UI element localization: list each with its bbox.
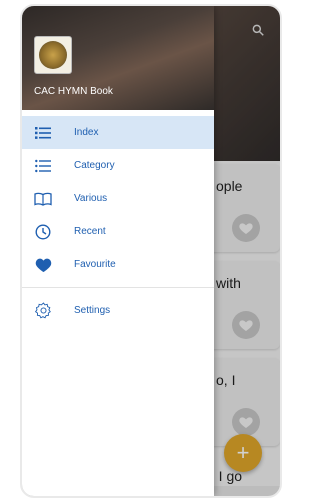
- menu-item-various[interactable]: Various: [22, 182, 214, 215]
- menu-item-settings[interactable]: Settings: [22, 294, 214, 327]
- book-icon: [34, 190, 52, 208]
- menu-item-label: Index: [74, 127, 99, 138]
- logo-emblem: [39, 41, 67, 69]
- menu-item-category[interactable]: Category: [22, 149, 214, 182]
- menu-item-index[interactable]: Index: [22, 116, 214, 149]
- menu-divider: [22, 287, 214, 288]
- app-logo: [34, 36, 72, 74]
- phone-screen: ople with o, I d I go + CAC HYMN Book In…: [20, 4, 282, 498]
- menu-item-recent[interactable]: Recent: [22, 215, 214, 248]
- menu-item-label: Category: [74, 160, 115, 171]
- menu-item-favourite[interactable]: Favourite: [22, 248, 214, 281]
- navigation-drawer: CAC HYMN Book Index Category Various Rec…: [22, 6, 214, 496]
- list-icon: [34, 124, 52, 142]
- heart-icon: [34, 256, 52, 274]
- menu-item-label: Recent: [74, 226, 106, 237]
- app-title: CAC HYMN Book: [34, 86, 113, 97]
- menu-item-label: Settings: [74, 305, 111, 316]
- gear-icon: [34, 302, 52, 320]
- menu-item-label: Various: [74, 193, 108, 204]
- clock-icon: [34, 223, 52, 241]
- drawer-menu: Index Category Various Recent Favourite …: [22, 110, 214, 327]
- drawer-header: CAC HYMN Book: [22, 6, 214, 110]
- menu-item-label: Favourite: [74, 259, 116, 270]
- bullet-list-icon: [34, 157, 52, 175]
